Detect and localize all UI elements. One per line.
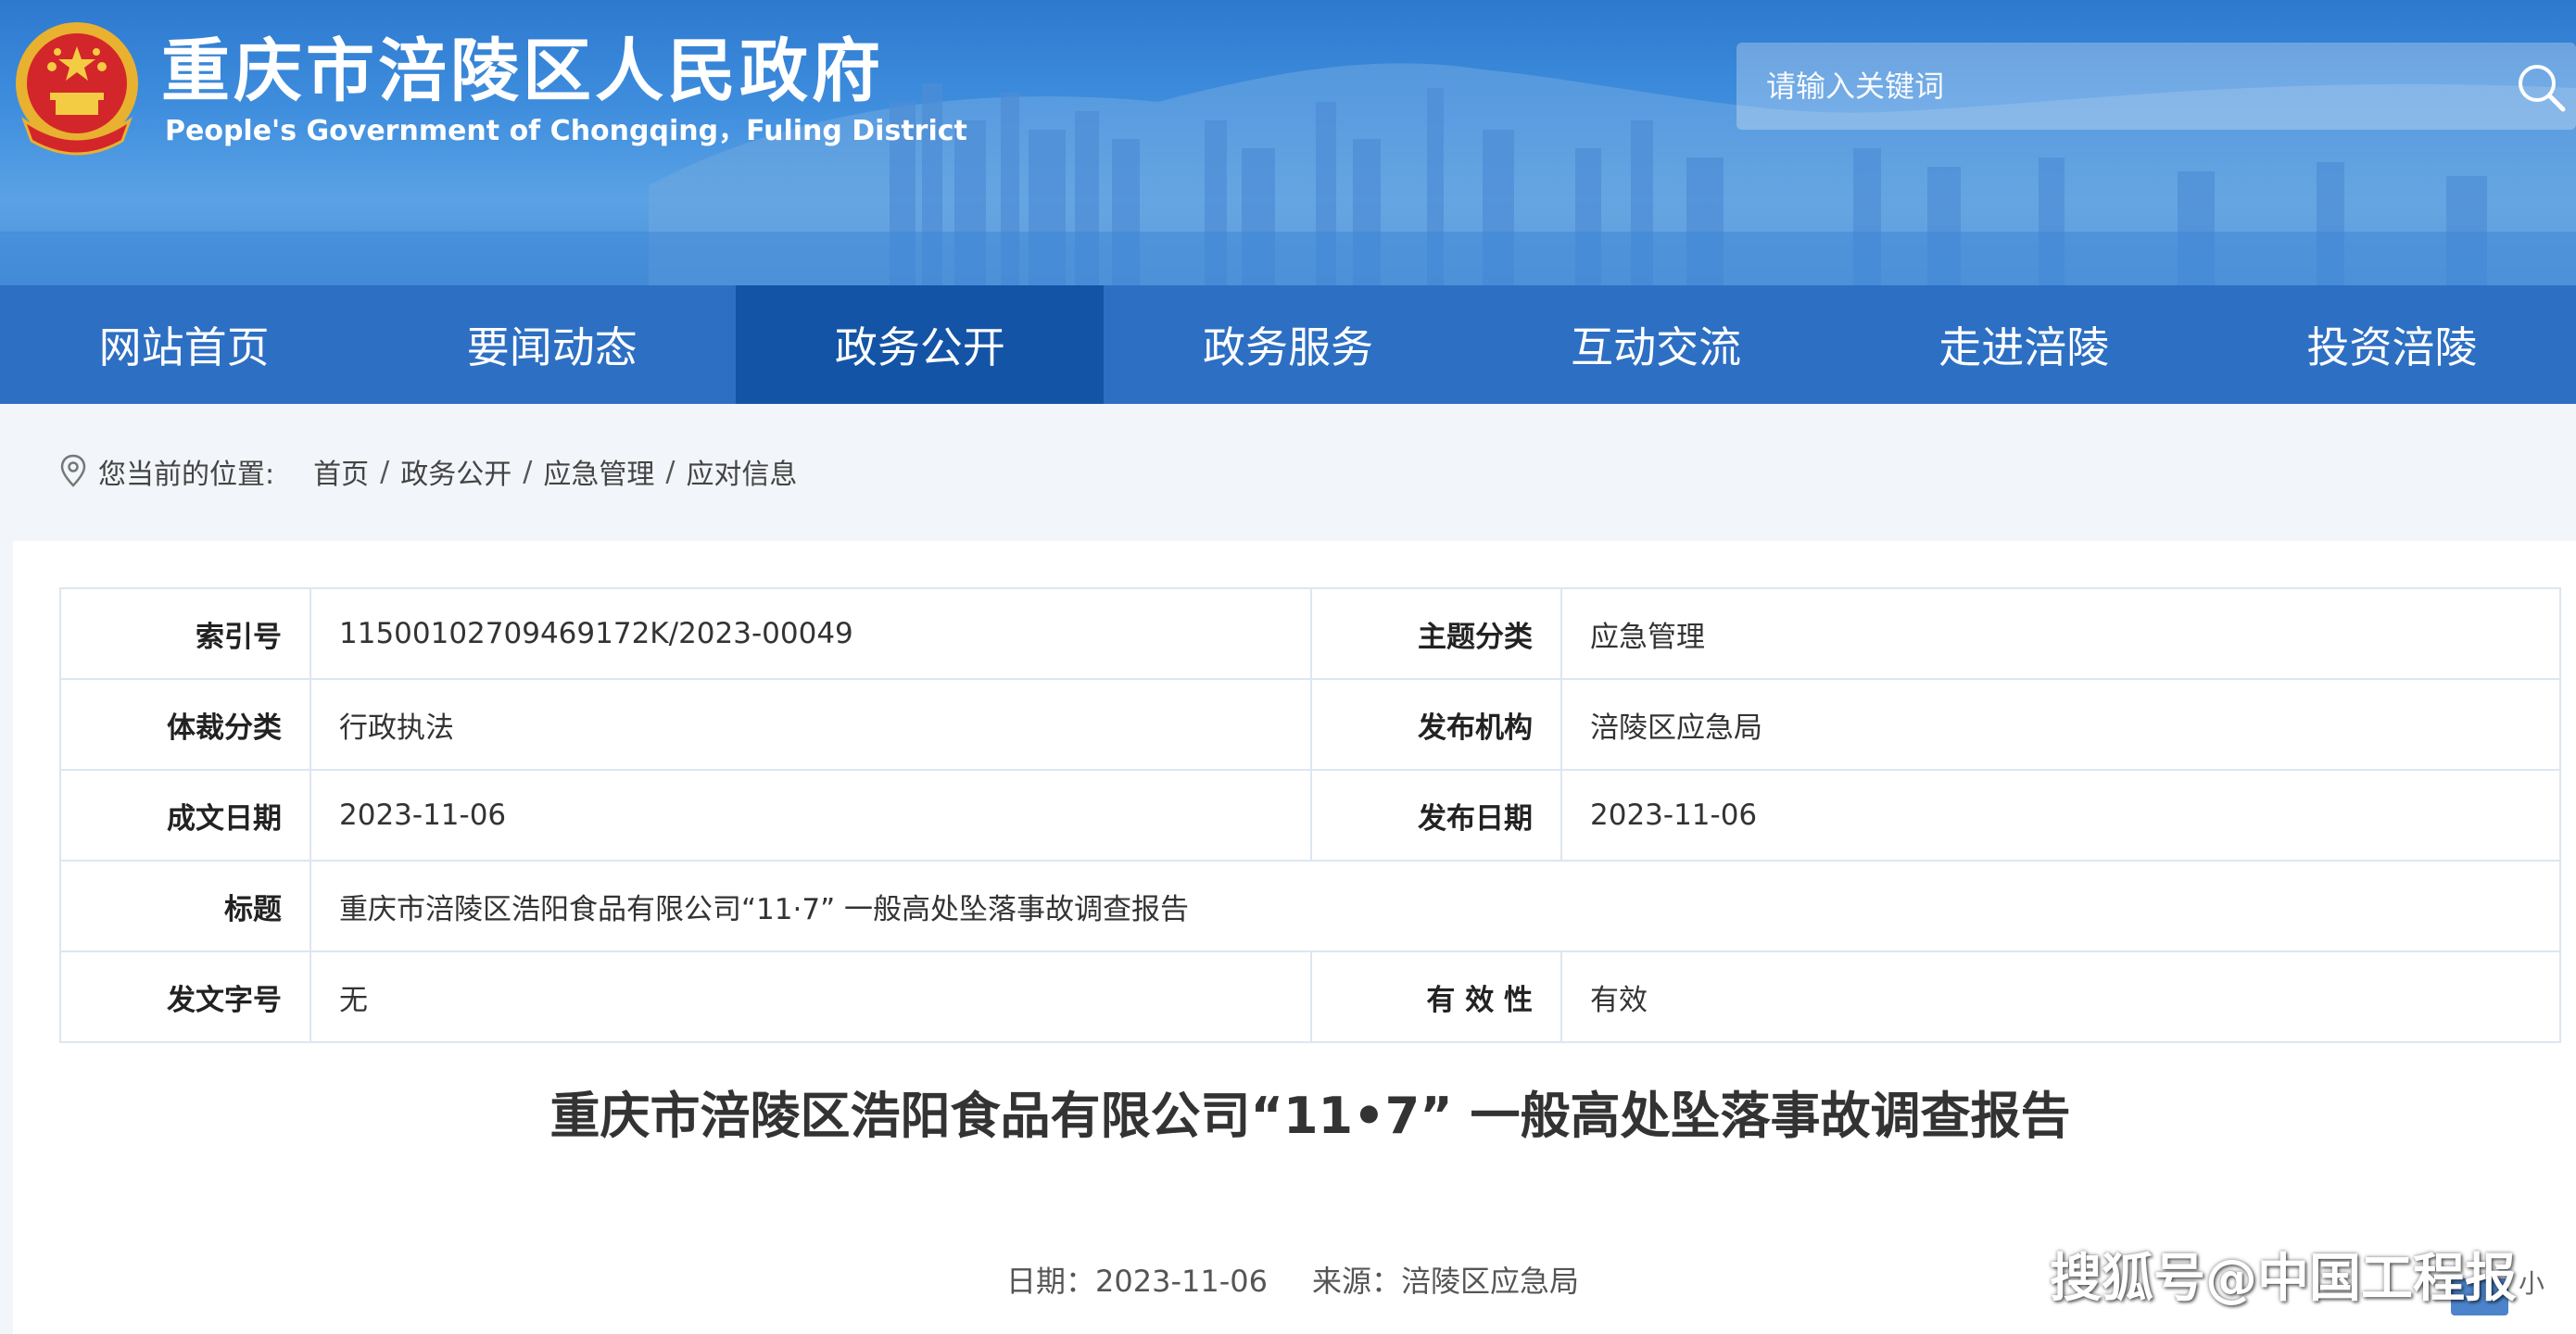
genre-value: 行政执法	[309, 678, 1312, 771]
table-row: 标题 重庆市涪陵区浩阳食品有限公司“11·7” 一般高处坠落事故调查报告	[59, 860, 2561, 952]
breadcrumb-home[interactable]: 首页	[313, 451, 369, 492]
table-row: 发文字号 无 有 效 性 有效	[59, 950, 2561, 1043]
article-info: 日期：2023-11-06 来源：涪陵区应急局	[1006, 1258, 1623, 1304]
table-row: 索引号 11500102709469172K/2023-00049 主题分类 应…	[59, 587, 2561, 680]
published-date-label: 发布日期	[1310, 769, 1562, 862]
breadcrumb-emergency-mgmt[interactable]: 应急管理	[543, 451, 654, 492]
search-input[interactable]	[1736, 43, 2496, 130]
breadcrumb-gov-affairs-open[interactable]: 政务公开	[400, 451, 511, 492]
breadcrumb-label: 您当前的位置:	[98, 459, 275, 491]
nav-item-about-fuling[interactable]: 走进涪陵	[1840, 285, 2208, 404]
title-label: 标题	[59, 860, 311, 952]
location-pin-icon	[60, 454, 86, 487]
main-nav: 网站首页 要闻动态 政务公开 政务服务 互动交流 走进涪陵 投资涪陵	[0, 285, 2576, 404]
breadcrumb: 您当前的位置: 首页 / 政务公开 / 应急管理 / 应对信息	[59, 450, 797, 493]
nav-item-invest-fuling[interactable]: 投资涪陵	[2208, 285, 2576, 404]
nav-item-gov-services[interactable]: 政务服务	[1104, 285, 1471, 404]
site-title: 重庆市涪陵区人民政府	[161, 31, 884, 111]
issuer-label: 发布机构	[1310, 678, 1562, 771]
nav-item-home[interactable]: 网站首页	[0, 285, 368, 404]
breadcrumb-separator: /	[380, 455, 390, 488]
nav-item-gov-affairs-open[interactable]: 政务公开	[736, 285, 1105, 404]
breadcrumb-response-info[interactable]: 应对信息	[686, 451, 797, 492]
document-metadata-table: 索引号 11500102709469172K/2023-00049 主题分类 应…	[59, 587, 2561, 1043]
article-source: 来源：涪陵区应急局	[1311, 1264, 1579, 1299]
site-subtitle: People's Government of Chongqing，Fuling …	[165, 115, 967, 147]
doc-number-value: 无	[309, 950, 1312, 1043]
watermark: 搜狐号@中国工程报	[2050, 1249, 2517, 1309]
index-label: 索引号	[59, 587, 311, 680]
validity-label: 有 效 性	[1310, 950, 1562, 1043]
table-row: 体裁分类 行政执法 发布机构 涪陵区应急局	[59, 678, 2561, 771]
validity-value: 有效	[1560, 950, 2561, 1043]
published-date-value: 2023-11-06	[1560, 769, 2561, 862]
breadcrumb-separator: /	[523, 455, 533, 488]
site-header: 重庆市涪陵区人民政府 People's Government of Chongq…	[0, 0, 2576, 285]
doc-number-label: 发文字号	[59, 950, 311, 1043]
search-icon[interactable]	[2513, 59, 2569, 115]
article-date: 日期：2023-11-06	[1006, 1264, 1268, 1299]
topic-label: 主题分类	[1310, 587, 1562, 680]
article-title: 重庆市涪陵区浩阳食品有限公司“11•7” 一般高处坠落事故调查报告	[549, 1087, 2071, 1145]
nav-item-news[interactable]: 要闻动态	[368, 285, 736, 404]
title-value: 重庆市涪陵区浩阳食品有限公司“11·7” 一般高处坠落事故调查报告	[309, 860, 2561, 952]
search-box	[1736, 43, 2576, 130]
created-date-value: 2023-11-06	[309, 769, 1312, 862]
national-emblem-icon	[16, 22, 138, 156]
created-date-label: 成文日期	[59, 769, 311, 862]
issuer-value: 涪陵区应急局	[1560, 678, 2561, 771]
topic-value: 应急管理	[1560, 587, 2561, 680]
font-size-small-button[interactable]: 小	[2519, 1265, 2544, 1303]
table-row: 成文日期 2023-11-06 发布日期 2023-11-06	[59, 769, 2561, 862]
nav-item-interaction[interactable]: 互动交流	[1472, 285, 1840, 404]
index-value: 11500102709469172K/2023-00049	[309, 587, 1312, 680]
genre-label: 体裁分类	[59, 678, 311, 771]
breadcrumb-separator: /	[665, 455, 676, 488]
